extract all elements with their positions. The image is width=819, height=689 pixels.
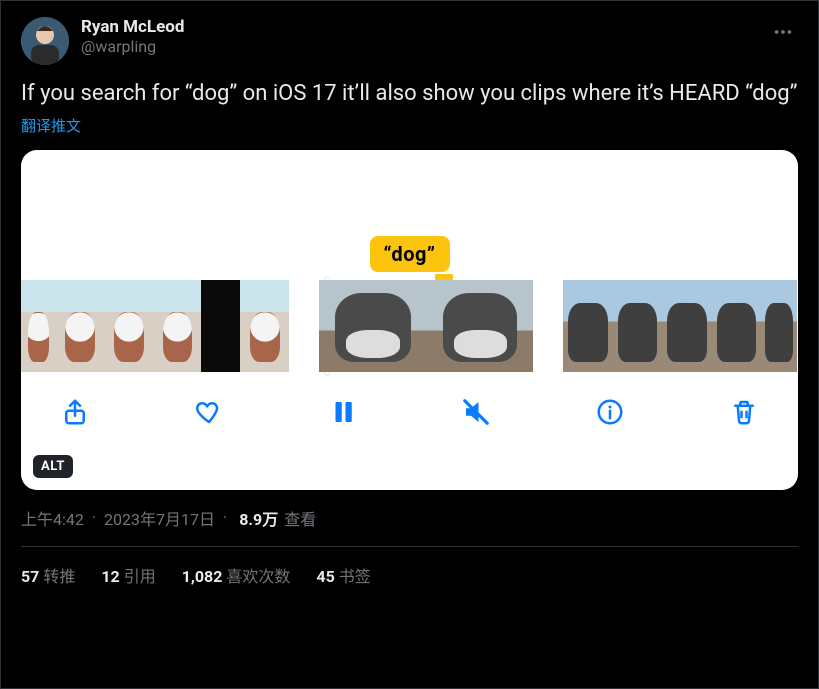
media-toolbar (21, 372, 798, 440)
clip-thumb[interactable] (240, 280, 289, 372)
views-count[interactable]: 8.9万 (239, 506, 278, 530)
tweet-text: If you search for “dog” on iOS 17 it’ll … (21, 79, 798, 109)
translate-link[interactable]: 翻译推文 (21, 115, 81, 136)
bookmarks-stat[interactable]: 45 书签 (316, 563, 370, 587)
tweet-container: Ryan McLeod @warpling If you search for … (0, 0, 819, 689)
likes-count: 1,082 (182, 567, 223, 586)
clip-thumb[interactable] (712, 280, 761, 372)
bookmarks-label: 书签 (339, 567, 371, 586)
retweets-label: 转推 (43, 567, 75, 586)
quotes-stat[interactable]: 12 引用 (101, 563, 155, 587)
clip-thumb[interactable] (662, 280, 712, 372)
info-button[interactable] (592, 394, 628, 430)
pause-button[interactable] (325, 394, 361, 430)
quotes-label: 引用 (124, 567, 156, 586)
clip-gap (289, 280, 319, 372)
author-names: Ryan McLeod @warpling (81, 17, 184, 57)
clip-thumb[interactable] (761, 280, 797, 372)
info-icon (595, 397, 625, 427)
media-top: “dog” (21, 150, 798, 280)
clip-thumb[interactable] (613, 280, 662, 372)
tweet-date[interactable]: 2023年7月17日 (104, 506, 215, 530)
media-card[interactable]: “dog” (21, 150, 798, 490)
clip-thumb[interactable] (104, 280, 153, 372)
clip-thumb[interactable] (201, 280, 240, 372)
clip-thumb[interactable] (153, 280, 201, 372)
tweet-stats: 57转推 12 引用 1,082喜欢次数 45 书签 (21, 547, 798, 587)
clip-thumb[interactable] (563, 280, 613, 372)
caption-tooltip: “dog” (369, 236, 449, 272)
tweet-meta: 上午4:42 2023年7月17日 8.9万 查看 (21, 506, 798, 530)
speaker-muted-icon (461, 397, 491, 427)
clip-gap (533, 280, 563, 372)
tweet-time[interactable]: 上午4:42 (21, 506, 84, 530)
quotes-count: 12 (101, 567, 119, 586)
clip-thumb[interactable] (21, 280, 55, 372)
mute-button[interactable] (458, 394, 494, 430)
timeline-strip[interactable] (21, 280, 798, 372)
heart-icon (194, 397, 224, 427)
more-button[interactable] (768, 17, 798, 47)
separator (90, 508, 98, 527)
alt-badge[interactable]: ALT (33, 455, 73, 478)
share-icon (60, 397, 90, 427)
trash-icon (729, 397, 759, 427)
clip-group-1[interactable] (21, 280, 289, 372)
retweets-stat[interactable]: 57转推 (21, 563, 75, 587)
like-button[interactable] (191, 394, 227, 430)
delete-button[interactable] (726, 394, 762, 430)
views-label: 查看 (284, 506, 316, 530)
clip-thumb[interactable] (55, 280, 104, 372)
clip-thumb[interactable] (319, 280, 427, 372)
author-name[interactable]: Ryan McLeod (81, 17, 184, 37)
likes-stat[interactable]: 1,082喜欢次数 (182, 563, 291, 587)
retweets-count: 57 (21, 567, 39, 586)
avatar-image (21, 17, 69, 65)
author-handle[interactable]: @warpling (81, 37, 184, 56)
more-icon (772, 21, 794, 43)
clip-group-2[interactable] (319, 280, 533, 372)
separator (221, 508, 229, 527)
tweet-header: Ryan McLeod @warpling (21, 17, 798, 65)
share-button[interactable] (57, 394, 93, 430)
bookmarks-count: 45 (316, 567, 334, 586)
likes-label: 喜欢次数 (226, 567, 290, 586)
pause-icon (328, 397, 358, 427)
clip-group-3[interactable] (563, 280, 797, 372)
avatar[interactable] (21, 17, 69, 65)
clip-thumb[interactable] (427, 280, 533, 372)
